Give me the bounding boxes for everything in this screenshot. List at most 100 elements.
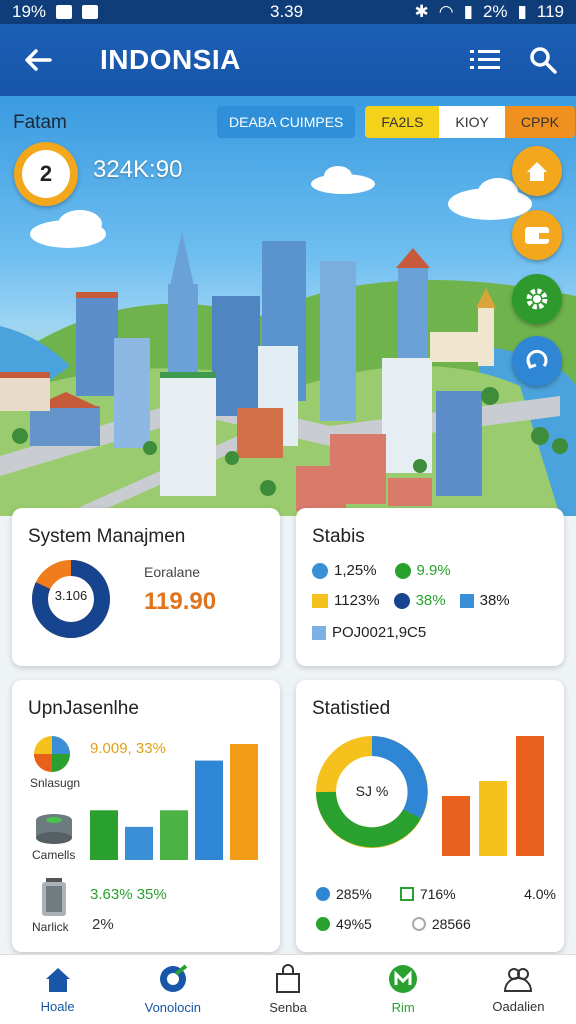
card-icon bbox=[312, 593, 328, 608]
jasen-row3-b: 2% bbox=[92, 916, 114, 933]
pie-icon bbox=[34, 736, 70, 772]
status-bar: 19% 3.39 ✱ ◠ ▮ 2% ▮ 119 bbox=[0, 0, 576, 24]
photo-icon bbox=[82, 5, 99, 19]
nav-location[interactable]: Vonolocin bbox=[115, 955, 230, 1024]
level-number: 2 bbox=[22, 150, 70, 198]
stats-title: Stabis bbox=[312, 526, 365, 547]
level-badge: 2 bbox=[14, 142, 78, 206]
nav-rim-label: Rim bbox=[391, 1000, 415, 1015]
check-outline-icon bbox=[411, 917, 426, 931]
nav-profile[interactable]: Oadalien bbox=[461, 955, 576, 1024]
bag-icon bbox=[276, 964, 300, 993]
jasen-card: UpnJasenlhe 9.009, 33% Snlasugn Camells … bbox=[12, 680, 280, 952]
stats-r3a: POJ0021,9C5 bbox=[332, 624, 427, 641]
list-button[interactable] bbox=[460, 35, 510, 85]
statistied-r2b: 28566 bbox=[431, 916, 471, 932]
box-icon bbox=[399, 887, 414, 901]
statistied-r2a: 49%5 bbox=[336, 916, 372, 932]
stats-row-2: 1123% 38% 38% bbox=[312, 592, 510, 609]
bar bbox=[195, 760, 223, 860]
bottom-nav: Hoale Vonolocin Senba Rim Oadalien bbox=[0, 954, 576, 1024]
jasen-row3-label: Narlick bbox=[32, 920, 69, 934]
bar bbox=[479, 781, 507, 856]
system-donut-label: 3.106 bbox=[54, 588, 88, 603]
statistied-donut-label: SJ % bbox=[355, 783, 389, 799]
statistied-r1a: 285% bbox=[336, 886, 372, 902]
basket-icon bbox=[312, 625, 326, 640]
battery-right-text: 2% bbox=[482, 2, 508, 21]
check-green-icon bbox=[316, 917, 330, 931]
circle-icon bbox=[393, 592, 410, 609]
statistied-r1b: 716% bbox=[419, 886, 456, 902]
stats-r2a: 1123% bbox=[334, 592, 380, 609]
database-icon bbox=[36, 814, 72, 844]
bar bbox=[516, 736, 544, 856]
hero-tabs: DEABA CUIMPES FA2LS KIOY CPPK bbox=[217, 106, 575, 138]
signal-icon: ▮ bbox=[463, 2, 473, 21]
statistied-card: Statistied SJ % 285% 716% 4.0% 49%5 2856… bbox=[296, 680, 564, 952]
segment-3[interactable]: CPPK bbox=[504, 106, 575, 138]
stats-card: Stabis 1,25% 9.9% 1123% 38% 38% POJ0021,… bbox=[296, 508, 564, 666]
location-icon bbox=[159, 964, 188, 992]
wifi-icon: ◠ bbox=[438, 2, 454, 21]
jasen-bar-chart bbox=[90, 744, 258, 860]
search-button[interactable] bbox=[518, 35, 568, 85]
city-hero: Fatam DEABA CUIMPES FA2LS KIOY CPPK 2 32… bbox=[0, 96, 576, 516]
search-icon bbox=[530, 47, 557, 74]
people-icon bbox=[504, 968, 533, 992]
statistied-bar-chart bbox=[442, 736, 544, 856]
nav-rim[interactable]: Rim bbox=[346, 955, 461, 1024]
arrow-left-icon bbox=[25, 49, 52, 71]
tab-chip[interactable]: DEABA CUIMPES bbox=[217, 106, 356, 138]
house-icon bbox=[527, 162, 547, 181]
app-bar: INDONSIA bbox=[0, 24, 576, 96]
segment-2[interactable]: KIOY bbox=[439, 106, 505, 138]
nav-shop-label: Senba bbox=[269, 1000, 307, 1015]
nav-location-label: Vonolocin bbox=[144, 1000, 201, 1015]
statistied-row-2: 49%5 28566 bbox=[316, 916, 471, 932]
back-button[interactable] bbox=[8, 30, 68, 90]
badge-icon bbox=[389, 965, 418, 993]
system-card: System Manajmen 3.106 Eoralane 119.90 bbox=[12, 508, 280, 666]
bluetooth-icon: ✱ bbox=[414, 2, 429, 21]
bar bbox=[442, 796, 470, 856]
bar bbox=[230, 744, 258, 860]
stats-r1a: 1,25% bbox=[334, 562, 377, 579]
stats-r1b: 9.9% bbox=[416, 562, 451, 579]
segment-control: FA2LS KIOY CPPK bbox=[365, 106, 575, 138]
jasen-title: UpnJasenlhe bbox=[28, 698, 139, 719]
wallet-icon bbox=[525, 227, 549, 244]
stats-r2b: 38% bbox=[415, 592, 446, 609]
battery-icon bbox=[42, 878, 66, 916]
list-icon bbox=[470, 50, 500, 69]
segment-1[interactable]: FA2LS bbox=[365, 106, 440, 138]
bar bbox=[125, 826, 153, 860]
nav-home-label: Hoale bbox=[40, 999, 75, 1014]
gear-icon bbox=[526, 288, 548, 310]
stats-row-3: POJ0021,9C5 bbox=[312, 624, 426, 641]
system-title: System Manajmen bbox=[28, 526, 186, 547]
page-title: INDONSIA bbox=[100, 44, 241, 75]
city-illustration bbox=[0, 166, 576, 516]
list-small-icon bbox=[459, 593, 474, 608]
nav-shop[interactable]: Senba bbox=[230, 955, 345, 1024]
check-icon bbox=[312, 562, 328, 579]
house-icon bbox=[45, 968, 70, 992]
nav-home[interactable]: Hoale bbox=[0, 955, 115, 1024]
refresh-fab[interactable] bbox=[512, 336, 562, 386]
settings-fab[interactable] bbox=[512, 274, 562, 324]
wallet-fab[interactable] bbox=[512, 210, 562, 260]
statistied-title: Statistied bbox=[312, 698, 391, 719]
notification-icon bbox=[56, 5, 73, 19]
system-metric-value: 119.90 bbox=[144, 588, 217, 615]
status-extra: 119 bbox=[536, 2, 564, 21]
battery-icon: ▮ bbox=[517, 2, 527, 21]
jasen-row3-value: 3.63% 35% bbox=[90, 886, 167, 903]
check-green-icon bbox=[394, 562, 411, 579]
home-fab[interactable] bbox=[512, 146, 562, 196]
player-name: Fatam bbox=[13, 112, 67, 133]
battery-left-text: 19% bbox=[12, 2, 47, 21]
check-icon bbox=[316, 887, 330, 901]
jasen-row1-label: Snlasugn bbox=[30, 776, 81, 790]
stats-r2c: 38% bbox=[479, 592, 510, 609]
